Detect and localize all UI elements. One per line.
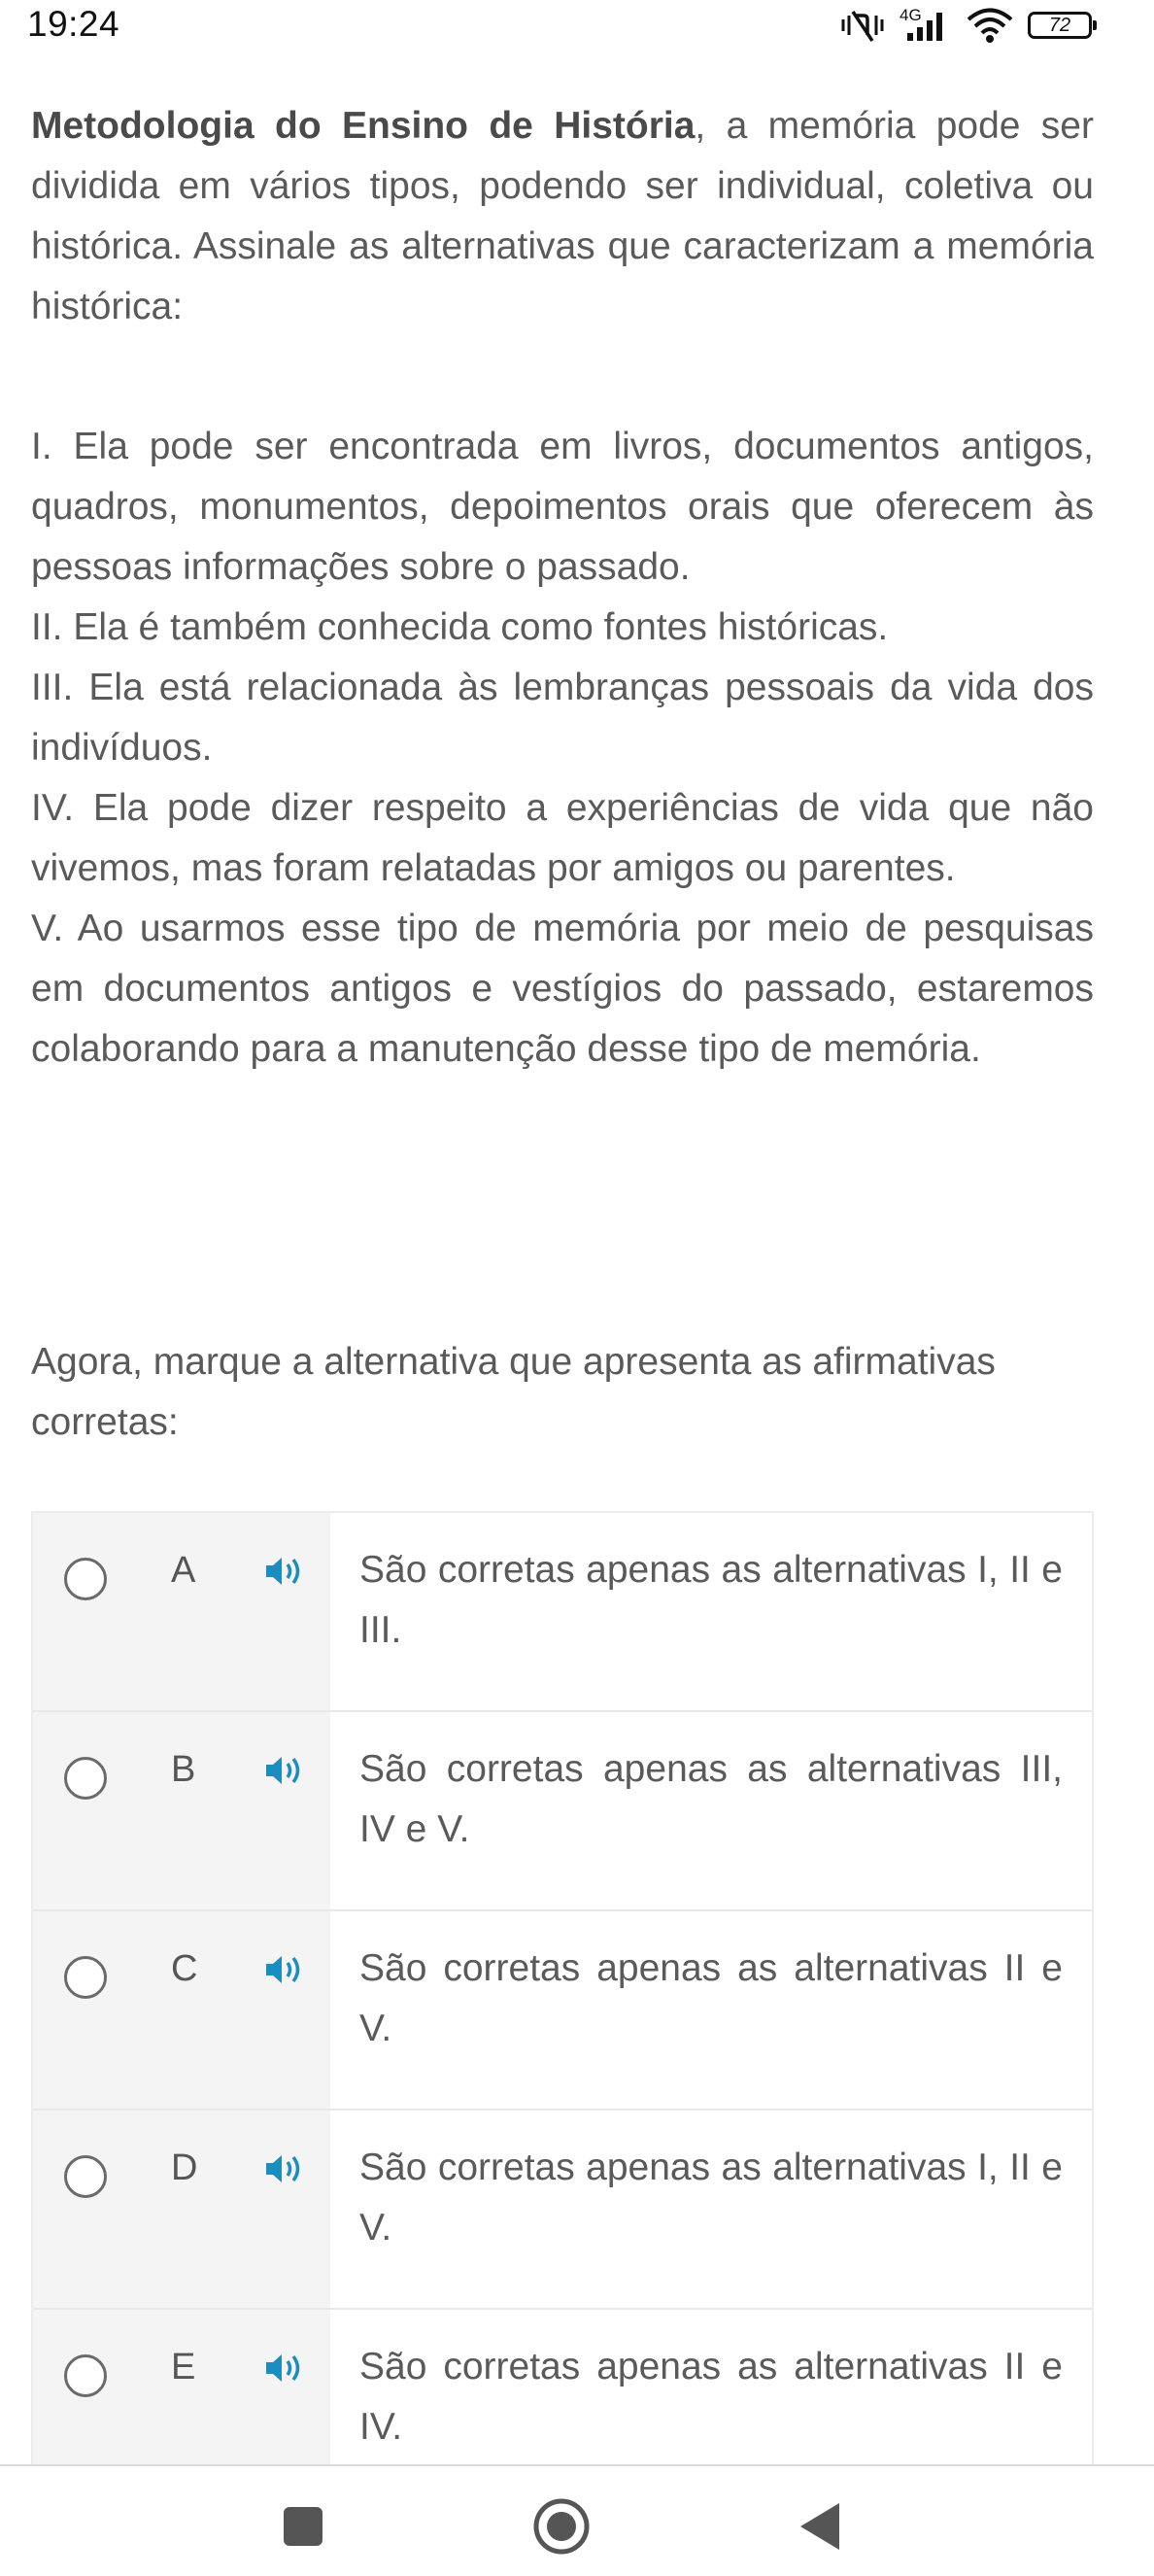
option-text[interactable]: São corretas apenas as alternativas II e… [330, 2310, 1092, 2475]
option-controls: D [33, 2111, 330, 2308]
option-controls: E [33, 2310, 330, 2475]
status-icons: 4G 72 [839, 6, 1097, 45]
statement-5: V. Ao usarmos esse tipo de memória por m… [31, 908, 1094, 1070]
option-e[interactable]: E São corretas apenas as alternativas II… [33, 2310, 1092, 2475]
option-e-radio[interactable] [64, 2354, 107, 2397]
speaker-icon[interactable] [260, 1751, 307, 1790]
statements-list: I. Ela pode ser encontrada em livros, do… [31, 417, 1094, 1080]
status-bar: 19:24 4G 72 [0, 0, 1154, 51]
statement-2: II. Ela é também conhecida como fontes h… [31, 606, 889, 648]
option-c[interactable]: C São corretas apenas as alternativas II… [33, 1911, 1092, 2111]
option-a-radio[interactable] [64, 1558, 107, 1600]
option-controls: B [33, 1712, 330, 1909]
option-text[interactable]: São corretas apenas as alternativas I, I… [330, 2111, 1092, 2308]
speaker-icon[interactable] [260, 1552, 307, 1591]
recent-apps-icon[interactable] [274, 2497, 332, 2556]
home-icon[interactable] [532, 2497, 591, 2556]
wifi-icon [967, 8, 1013, 43]
option-letter: C [171, 1948, 198, 1989]
book-title: Metodologia do Ensino de História [31, 105, 696, 147]
navigation-bar [0, 2464, 1154, 2576]
speaker-icon[interactable] [260, 2349, 307, 2387]
battery-level: 72 [1048, 14, 1071, 36]
answer-options: A São corretas apenas as alternativas I,… [31, 1511, 1094, 2475]
option-a[interactable]: A São corretas apenas as alternativas I,… [33, 1513, 1092, 1712]
instruction: Agora, marque a alternativa que apresent… [31, 1332, 1094, 1453]
option-text[interactable]: São corretas apenas as alternativas III,… [330, 1712, 1092, 1909]
statement-4: IV. Ela pode dizer respeito a experiênci… [31, 787, 1094, 889]
signal-strength-icon: 4G [899, 6, 952, 43]
option-b[interactable]: B São corretas apenas as alternativas II… [33, 1712, 1092, 1911]
option-letter: B [171, 1749, 196, 1790]
option-text[interactable]: São corretas apenas as alternativas II e… [330, 1911, 1092, 2109]
back-icon[interactable] [791, 2497, 849, 2556]
speaker-icon[interactable] [260, 2149, 307, 2188]
option-controls: C [33, 1911, 330, 2109]
option-letter: A [171, 1550, 196, 1591]
option-c-radio[interactable] [64, 1956, 107, 1999]
option-controls: A [33, 1513, 330, 1710]
statement-3: III. Ela está relacionada às lembranças … [31, 667, 1094, 769]
option-d[interactable]: D São corretas apenas as alternativas I,… [33, 2111, 1092, 2310]
instruction-text: Agora, marque a alternativa que apresent… [31, 1341, 996, 1443]
battery-icon: 72 [1028, 12, 1097, 39]
question-intro-text: Metodologia do Ensino de História, a mem… [31, 96, 1094, 337]
option-letter: E [171, 2347, 196, 2387]
statement-1: I. Ela pode ser encontrada em livros, do… [31, 426, 1094, 588]
question-intro: Metodologia do Ensino de História, a mem… [31, 96, 1094, 337]
option-b-radio[interactable] [64, 1757, 107, 1800]
option-letter: D [171, 2147, 198, 2188]
option-d-radio[interactable] [64, 2155, 107, 2198]
option-text[interactable]: São corretas apenas as alternativas I, I… [330, 1513, 1092, 1710]
speaker-icon[interactable] [260, 1950, 307, 1989]
status-time: 19:24 [27, 4, 120, 44]
vibrate-mute-icon [841, 11, 884, 42]
